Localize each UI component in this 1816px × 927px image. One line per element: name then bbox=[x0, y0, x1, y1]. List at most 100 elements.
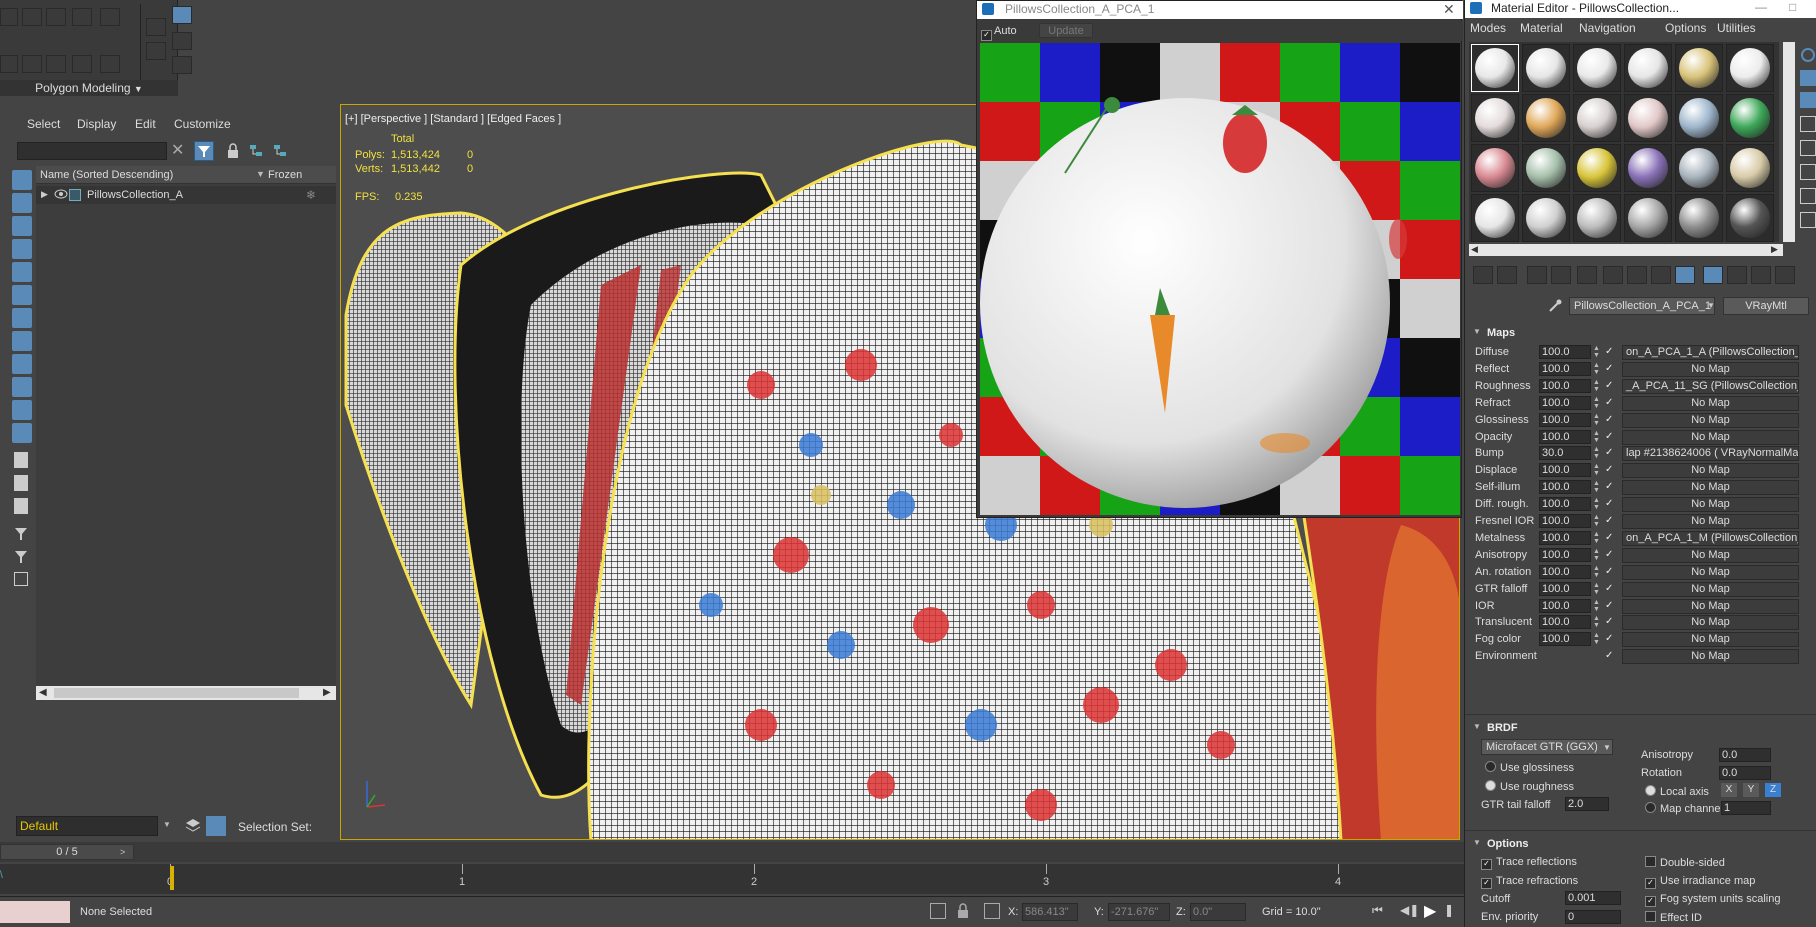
spinner-icon[interactable]: ▲ ▼ bbox=[1593, 345, 1601, 359]
map-amount-field[interactable]: 100.0 bbox=[1539, 530, 1591, 545]
map-amount-field[interactable]: 100.0 bbox=[1539, 598, 1591, 613]
ribbon-tool-icon[interactable] bbox=[100, 55, 120, 73]
sample-slot[interactable] bbox=[1675, 144, 1723, 192]
explorer-search-input[interactable] bbox=[17, 142, 167, 160]
spinner-icon[interactable]: ▲ ▼ bbox=[1593, 446, 1601, 460]
map-channel-field[interactable]: 1 bbox=[1721, 801, 1771, 815]
map-amount-field[interactable]: 100.0 bbox=[1539, 632, 1591, 647]
display-xrefs-icon[interactable] bbox=[12, 331, 32, 351]
show-end-result-icon[interactable] bbox=[1675, 266, 1695, 284]
map-enable-checkbox[interactable]: ✓ bbox=[1605, 583, 1615, 594]
column-frozen-header[interactable]: Frozen bbox=[268, 169, 302, 181]
show-shaded-icon[interactable] bbox=[1651, 266, 1671, 284]
brdf-type-dropdown[interactable]: Microfacet GTR (GGX) bbox=[1481, 739, 1613, 755]
menu-edit[interactable]: Edit bbox=[135, 117, 156, 131]
local-axis-radio[interactable]: Local axis bbox=[1645, 785, 1709, 798]
map-amount-field[interactable]: 100.0 bbox=[1539, 429, 1591, 444]
list-icon[interactable] bbox=[14, 498, 28, 514]
material-name-field[interactable]: PillowsCollection_A_PCA_1 bbox=[1569, 297, 1715, 315]
lock-selection-icon[interactable] bbox=[956, 903, 970, 919]
sample-slot[interactable] bbox=[1573, 194, 1621, 242]
map-enable-checkbox[interactable]: ✓ bbox=[1605, 448, 1615, 458]
map-slot-button[interactable]: No Map bbox=[1622, 598, 1799, 614]
map-enable-checkbox[interactable]: ✓ bbox=[1605, 414, 1615, 425]
map-slot-button[interactable]: No Map bbox=[1622, 632, 1799, 648]
sample-slot[interactable] bbox=[1675, 44, 1723, 92]
fog-units-checkbox[interactable]: ✓ Fog system units scaling bbox=[1645, 893, 1780, 907]
make-unique-icon[interactable] bbox=[1577, 266, 1597, 284]
x-coordinate-field[interactable]: 586.413" bbox=[1022, 903, 1078, 921]
map-enable-checkbox[interactable]: ✓ bbox=[1605, 600, 1615, 611]
spinner-icon[interactable]: ▲ ▼ bbox=[1593, 396, 1601, 410]
map-enable-checkbox[interactable]: ✓ bbox=[1605, 363, 1615, 374]
use-roughness-radio[interactable]: Use roughness bbox=[1485, 780, 1574, 793]
chevron-down-icon[interactable]: ▼ bbox=[163, 820, 171, 829]
put-to-scene-icon[interactable] bbox=[1497, 266, 1517, 284]
options-icon[interactable] bbox=[1800, 188, 1816, 204]
trace-refractions-checkbox[interactable]: ✓ Trace refractions bbox=[1481, 875, 1578, 889]
map-amount-field[interactable]: 100.0 bbox=[1539, 615, 1591, 630]
viewport-label[interactable]: [+] [Perspective ] [Standard ] [Edged Fa… bbox=[345, 113, 561, 125]
map-slot-button[interactable]: on_A_PCA_1_M (PillowsCollection_A bbox=[1622, 530, 1799, 546]
go-forward-icon[interactable] bbox=[1727, 266, 1747, 284]
list-item[interactable]: ▶ PillowsCollection_A ❄ bbox=[36, 186, 336, 204]
spinner-icon[interactable]: ▲ ▼ bbox=[1593, 480, 1601, 494]
map-slot-button[interactable]: No Map bbox=[1622, 429, 1799, 445]
maximize-icon[interactable]: □ bbox=[1789, 0, 1796, 14]
display-hidden-icon[interactable] bbox=[12, 423, 32, 443]
layers-icon[interactable] bbox=[184, 817, 202, 835]
get-material-icon[interactable] bbox=[1473, 266, 1493, 284]
map-amount-field[interactable]: 100.0 bbox=[1539, 480, 1591, 495]
map-enable-checkbox[interactable]: ✓ bbox=[1605, 532, 1615, 543]
sample-slot[interactable] bbox=[1573, 94, 1621, 142]
sample-slot[interactable] bbox=[1726, 94, 1774, 142]
gtr-tail-falloff-field[interactable]: 2.0 bbox=[1565, 797, 1609, 811]
map-slot-button[interactable]: No Map bbox=[1622, 412, 1799, 428]
ribbon-tool-icon[interactable] bbox=[100, 8, 120, 26]
map-amount-field[interactable]: 100.0 bbox=[1539, 547, 1591, 562]
spinner-icon[interactable]: ▲ ▼ bbox=[1593, 413, 1601, 427]
menu-options[interactable]: Options bbox=[1665, 21, 1706, 35]
spinner-icon[interactable]: ▲ ▼ bbox=[1593, 548, 1601, 562]
map-slot-button[interactable]: No Map bbox=[1622, 649, 1799, 665]
material-type-button[interactable]: VRayMtl bbox=[1723, 297, 1809, 315]
expand-arrow-icon[interactable]: ▶ bbox=[41, 189, 48, 200]
ribbon-tool-icon[interactable] bbox=[0, 55, 18, 73]
spinner-icon[interactable]: ▲ ▼ bbox=[1593, 582, 1601, 596]
spinner-icon[interactable]: ▲ ▼ bbox=[1593, 632, 1601, 646]
ribbon-tool-icon[interactable] bbox=[172, 6, 192, 24]
map-enable-checkbox[interactable]: ✓ bbox=[1605, 347, 1615, 357]
double-sided-checkbox[interactable]: Double-sided bbox=[1645, 856, 1725, 869]
map-enable-checkbox[interactable]: ✓ bbox=[1605, 397, 1615, 408]
slots-vertical-scrollbar[interactable] bbox=[1783, 42, 1795, 242]
uv-tiling-icon[interactable] bbox=[1800, 116, 1816, 132]
backlight-icon[interactable] bbox=[1800, 70, 1816, 86]
ribbon-tool-icon[interactable] bbox=[22, 8, 42, 26]
select-by-material-icon[interactable] bbox=[1800, 212, 1816, 228]
map-slot-button[interactable]: No Map bbox=[1622, 615, 1799, 631]
map-slot-button[interactable]: No Map bbox=[1622, 514, 1799, 529]
scroll-left-icon[interactable]: ◀ bbox=[39, 687, 47, 698]
map-slot-button[interactable]: No Map bbox=[1622, 480, 1799, 496]
map-slot-button[interactable]: No Map bbox=[1622, 497, 1799, 513]
spinner-icon[interactable]: ▲ ▼ bbox=[1593, 362, 1601, 376]
map-amount-field[interactable]: 100.0 bbox=[1539, 395, 1591, 410]
maps-header[interactable]: ▼ Maps bbox=[1465, 324, 1816, 342]
sample-slot[interactable] bbox=[1624, 144, 1672, 192]
go-to-parent-icon[interactable] bbox=[1703, 266, 1723, 284]
map-amount-field[interactable]: 100.0 bbox=[1539, 412, 1591, 427]
close-icon[interactable]: ✕ bbox=[1443, 1, 1455, 18]
next-frame-button-icon[interactable]: ❚ bbox=[1444, 903, 1454, 917]
ribbon-tool-icon[interactable] bbox=[46, 55, 66, 73]
ribbon-tool-icon[interactable] bbox=[72, 55, 92, 73]
ribbon-tool-icon[interactable] bbox=[46, 8, 66, 26]
clear-search-icon[interactable]: ✕ bbox=[171, 142, 187, 160]
background-icon[interactable] bbox=[1800, 92, 1816, 108]
map-slot-button[interactable]: lap #2138624006 ( VRayNormalMap bbox=[1622, 446, 1799, 462]
spinner-icon[interactable]: ▲ ▼ bbox=[1593, 615, 1601, 629]
map-enable-checkbox[interactable]: ✓ bbox=[1605, 617, 1615, 627]
map-enable-checkbox[interactable]: ✓ bbox=[1605, 465, 1615, 475]
brdf-header[interactable]: ▼ BRDF bbox=[1465, 719, 1816, 737]
map-enable-checkbox[interactable]: ✓ bbox=[1605, 431, 1615, 442]
map-slot-button[interactable]: No Map bbox=[1622, 395, 1799, 411]
